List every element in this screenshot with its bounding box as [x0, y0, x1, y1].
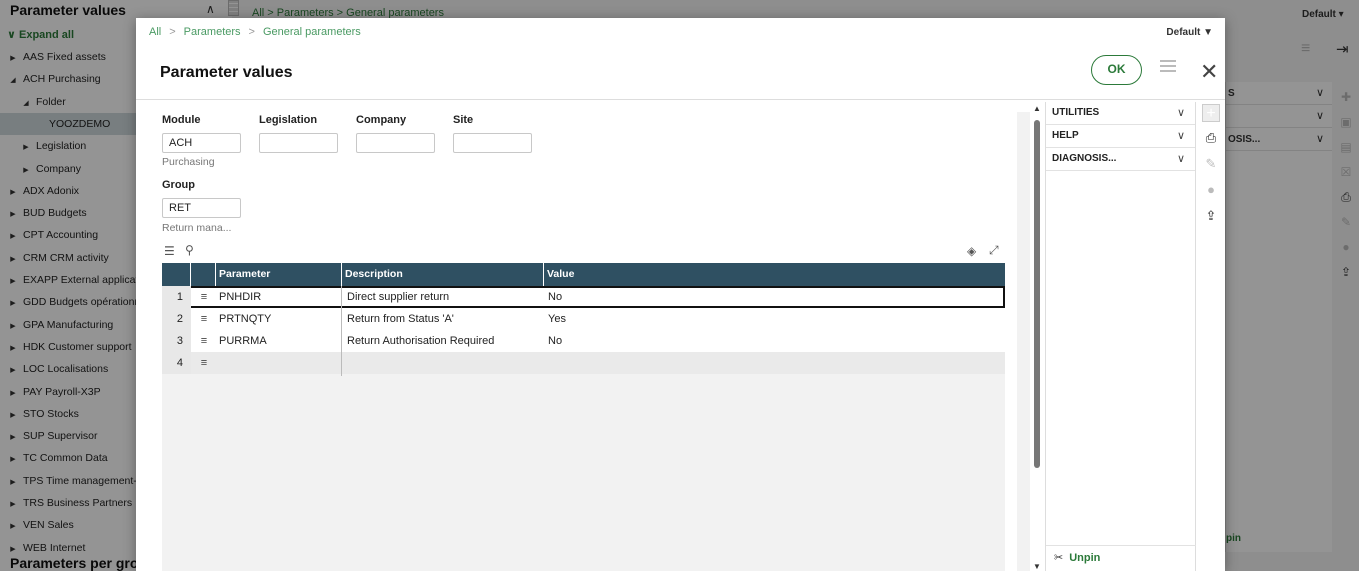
row-number-header: [162, 263, 191, 286]
cell-description[interactable]: Return Authorisation Required: [341, 330, 494, 352]
column-header-parameter[interactable]: Parameter: [216, 263, 342, 286]
breadcrumb-separator: >: [248, 26, 255, 38]
header-divider: [136, 99, 1225, 100]
parameter-values-modal: All > Parameters > General parameters Defaul…: [136, 18, 1225, 571]
module-label: Module: [162, 114, 201, 126]
breadcrumb-all[interactable]: All: [149, 26, 161, 38]
section-help[interactable]: HELP ∨: [1046, 125, 1195, 148]
site-field[interactable]: [453, 133, 532, 153]
section-help-label: HELP: [1052, 130, 1079, 141]
vertical-scrollbar[interactable]: ▲ ▼: [1031, 104, 1043, 571]
export-icon[interactable]: ⇪: [1201, 206, 1221, 226]
row-menu-icon[interactable]: ≡: [197, 308, 211, 330]
row-number: 2: [162, 308, 191, 330]
row-menu-icon[interactable]: ≡: [197, 330, 211, 352]
legislation-label: Legislation: [259, 114, 318, 126]
form-panel: Module Purchasing Legislation Company Si…: [149, 112, 1017, 571]
breadcrumb: All > Parameters > General parameters: [149, 26, 361, 38]
module-field[interactable]: [162, 133, 241, 153]
section-diagnosis[interactable]: DIAGNOSIS... ∨: [1046, 148, 1195, 171]
section-utilities-label: UTILITIES: [1052, 107, 1100, 118]
column-header-description[interactable]: Description: [342, 263, 544, 286]
attachment-icon[interactable]: ✎: [1201, 154, 1221, 174]
menu-icon[interactable]: [1160, 60, 1176, 75]
group-description: Return mana...: [162, 222, 232, 234]
cell-value[interactable]: Yes: [542, 308, 566, 330]
default-selector[interactable]: Default ▼: [1166, 27, 1213, 38]
cell-parameter[interactable]: PNHDIR: [213, 286, 261, 308]
cell-value[interactable]: [542, 352, 548, 374]
plus-icon[interactable]: +: [1202, 104, 1220, 122]
table-row[interactable]: 4 ≡: [162, 352, 1005, 374]
action-rail: + ⎙ ✎ ● ⇪: [1199, 104, 1223, 232]
row-menu-icon[interactable]: ≡: [197, 352, 211, 374]
chevron-down-icon: ∨: [1176, 107, 1185, 119]
layers-icon[interactable]: ◈: [967, 244, 976, 258]
table-row[interactable]: 2 ≡ PRTNQTY Return from Status 'A' Yes: [162, 308, 1005, 330]
parameter-table: Parameter Description Value 1 ≡ PNHDIR D…: [162, 263, 1005, 571]
search-icon[interactable]: ⚲: [185, 243, 194, 257]
comment-icon[interactable]: ●: [1201, 180, 1221, 200]
scroll-down-icon[interactable]: ▼: [1033, 562, 1041, 571]
section-utilities[interactable]: UTILITIES ∨: [1046, 102, 1195, 125]
scrollbar-thumb[interactable]: [1034, 120, 1040, 468]
row-menu-icon[interactable]: ≡: [197, 286, 211, 308]
column-header-value[interactable]: Value: [544, 263, 1005, 286]
breadcrumb-general-parameters[interactable]: General parameters: [263, 26, 361, 38]
form-area: Module Purchasing Legislation Company Si…: [149, 112, 1030, 571]
site-label: Site: [453, 114, 474, 126]
column-divider: [341, 286, 342, 376]
section-diagnosis-label: DIAGNOSIS...: [1052, 153, 1117, 164]
cell-description[interactable]: Direct supplier return: [341, 286, 449, 308]
cell-parameter[interactable]: PRTNQTY: [213, 308, 271, 330]
company-field[interactable]: [356, 133, 435, 153]
default-label: Default: [1166, 27, 1201, 38]
cell-parameter[interactable]: [213, 352, 219, 374]
table-menu-icon[interactable]: ☰: [164, 244, 175, 258]
handle-header: [191, 263, 216, 286]
table-row[interactable]: 1 ≡ PNHDIR Direct supplier return No: [162, 286, 1005, 308]
cell-description[interactable]: Return from Status 'A': [341, 308, 454, 330]
side-panel: UTILITIES ∨ HELP ∨ DIAGNOSIS... ∨ ✂ Unpin: [1045, 102, 1196, 571]
unpin-icon: ✂: [1054, 552, 1064, 564]
legislation-field[interactable]: [259, 133, 338, 153]
breadcrumb-separator: >: [169, 26, 176, 38]
chevron-down-icon: ∨: [1176, 153, 1185, 165]
cell-value[interactable]: No: [542, 286, 562, 308]
group-field[interactable]: [162, 198, 241, 218]
breadcrumb-parameters[interactable]: Parameters: [184, 26, 241, 38]
print-icon[interactable]: ⎙: [1201, 128, 1221, 148]
close-icon[interactable]: ✕: [1200, 61, 1218, 83]
fullscreen-icon[interactable]: ⤢: [989, 243, 999, 258]
table-header: Parameter Description Value: [162, 263, 1005, 286]
unpin-button[interactable]: ✂ Unpin: [1046, 545, 1196, 571]
caret-down-icon: ▼: [1203, 27, 1213, 38]
scroll-up-icon[interactable]: ▲: [1033, 104, 1041, 113]
page-title: Parameter values: [160, 64, 293, 81]
company-label: Company: [356, 114, 407, 126]
table-row[interactable]: 3 ≡ PURRMA Return Authorisation Required…: [162, 330, 1005, 352]
row-number: 4: [162, 352, 191, 374]
cell-value[interactable]: No: [542, 330, 562, 352]
row-number: 1: [162, 286, 191, 308]
chevron-down-icon: ∨: [1176, 130, 1185, 142]
ok-button[interactable]: OK: [1091, 55, 1142, 85]
unpin-label: Unpin: [1069, 552, 1101, 564]
cell-parameter[interactable]: PURRMA: [213, 330, 267, 352]
row-number: 3: [162, 330, 191, 352]
group-label: Group: [162, 179, 195, 191]
module-description: Purchasing: [162, 156, 215, 168]
